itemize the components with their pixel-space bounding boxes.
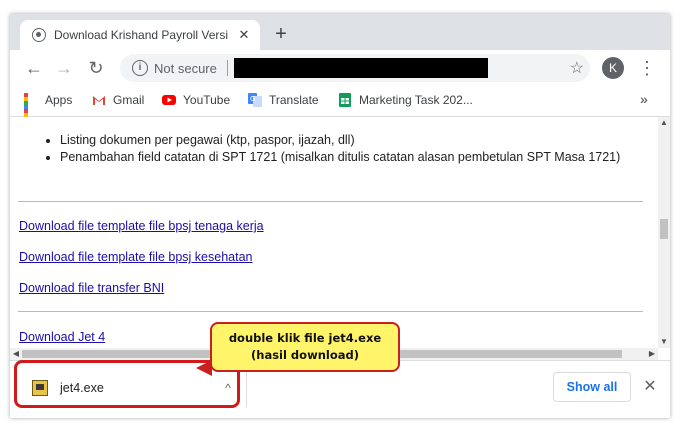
changelog-list: Listing dokumen per pegawai (ktp, paspor… — [10, 133, 620, 167]
info-icon[interactable]: i — [132, 60, 148, 76]
bookmarks-overflow-icon[interactable]: » — [640, 91, 648, 107]
bookmark-gmail[interactable]: Gmail — [92, 93, 144, 107]
tab-close-icon[interactable]: ✕ — [234, 27, 254, 43]
youtube-icon — [162, 93, 176, 107]
show-all-button[interactable]: Show all — [553, 372, 631, 402]
bookmark-apps[interactable]: Apps — [24, 93, 73, 129]
instruction-callout: double klik file jet4.exe (hasil downloa… — [210, 322, 400, 372]
page-content: Listing dokumen per pegawai (ktp, paspor… — [10, 117, 658, 348]
divider — [18, 311, 643, 312]
tab-strip: Download Krishand Payroll Versi ✕ + — [10, 14, 670, 50]
list-item: Listing dokumen per pegawai (ktp, paspor… — [60, 133, 620, 147]
bookmark-star-icon[interactable]: ☆ — [570, 58, 584, 78]
link-download-jet4[interactable]: Download Jet 4 — [19, 330, 105, 344]
reload-button[interactable]: ↻ — [84, 56, 108, 80]
callout-line-1: double klik file jet4.exe — [228, 331, 382, 345]
link-template-bpjs-tenaga-kerja[interactable]: Download file template file bpsj tenaga … — [19, 219, 264, 233]
translate-icon: G — [248, 93, 262, 107]
sheets-icon — [338, 93, 352, 107]
new-tab-button[interactable]: + — [268, 24, 294, 46]
scroll-down-icon[interactable]: ▼ — [658, 336, 670, 348]
kebab-menu-icon[interactable]: ⋮ — [638, 56, 656, 80]
back-button[interactable]: ← — [22, 56, 46, 80]
bookmark-label: Gmail — [113, 93, 145, 107]
vertical-scrollbar[interactable]: ▲ ▼ — [658, 117, 670, 348]
link-transfer-bni[interactable]: Download file transfer BNI — [19, 281, 164, 295]
vertical-scroll-thumb[interactable] — [660, 219, 668, 239]
scroll-right-icon[interactable]: ▶ — [646, 348, 658, 360]
gmail-icon — [92, 93, 106, 107]
bookmark-label: Apps — [45, 93, 73, 107]
svg-text:G: G — [250, 95, 255, 103]
divider — [18, 201, 643, 202]
bookmark-marketing-task[interactable]: Marketing Task 202... — [338, 93, 473, 107]
address-separator — [226, 60, 228, 76]
security-label: Not secure — [154, 60, 217, 76]
scroll-up-icon[interactable]: ▲ — [658, 117, 670, 129]
list-item: Penambahan field catatan di SPT 1721 (mi… — [60, 150, 620, 164]
browser-toolbar: ← → ↻ i Not secure ☆ K ⋮ — [10, 50, 670, 86]
shelf-divider — [246, 371, 247, 407]
bookmarks-bar: Apps Gmail YouTube G Translate Marketing… — [10, 86, 670, 129]
scroll-left-icon[interactable]: ◀ — [10, 348, 22, 360]
apps-grid-icon — [24, 93, 38, 129]
bookmark-label: Translate — [269, 93, 319, 107]
address-bar[interactable]: i Not secure ☆ — [120, 54, 590, 82]
bookmark-translate[interactable]: G Translate — [248, 93, 319, 107]
bookmark-youtube[interactable]: YouTube — [162, 93, 230, 107]
bookmark-label: YouTube — [183, 93, 231, 107]
globe-icon — [32, 28, 46, 42]
bookmark-label: Marketing Task 202... — [359, 93, 473, 107]
link-template-bpjs-kesehatan[interactable]: Download file template file bpsj kesehat… — [19, 250, 252, 264]
callout-line-2: (hasil download) — [251, 348, 359, 362]
profile-avatar[interactable]: K — [602, 57, 624, 79]
close-shelf-icon[interactable]: ✕ — [640, 375, 660, 399]
redacted-url — [233, 58, 488, 78]
tab-active[interactable]: Download Krishand Payroll Versi ✕ — [20, 20, 260, 50]
forward-button[interactable]: → — [52, 56, 76, 80]
tab-title: Download Krishand Payroll Versi — [54, 28, 229, 42]
